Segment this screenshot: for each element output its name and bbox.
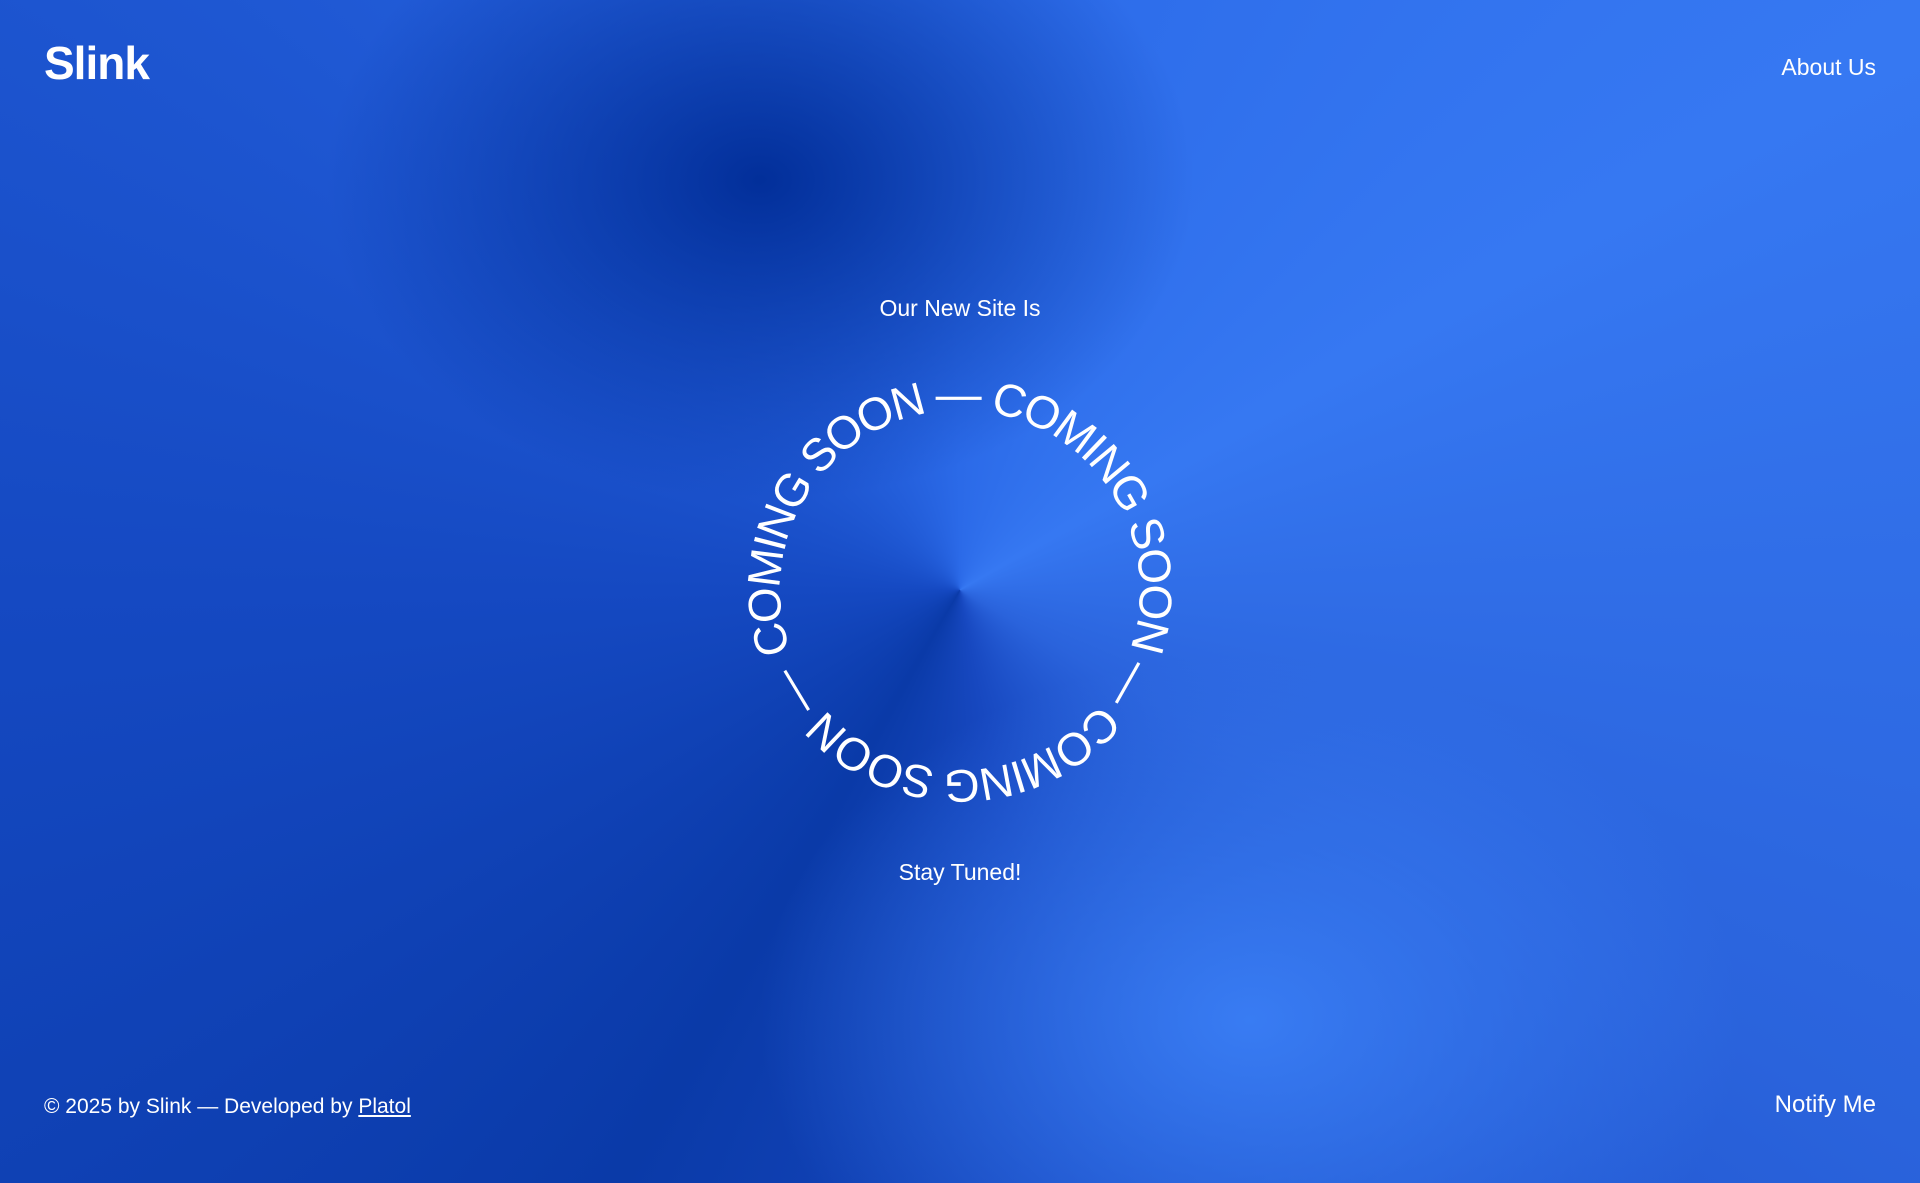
copyright-text: © 2025 by Slink — Developed by <box>44 1095 359 1118</box>
notify-me-link[interactable]: Notify Me <box>1775 1093 1876 1117</box>
hero-tagline: Stay Tuned! <box>898 859 1022 885</box>
coming-soon-ring-text: COMING SOON — COMING SOON — COMING SOON … <box>740 370 1180 810</box>
nav-about-us-link[interactable]: About Us <box>1781 56 1876 79</box>
developer-link[interactable]: Platol <box>358 1095 411 1118</box>
hero-subheading: Our New Site Is <box>879 295 1041 321</box>
coming-soon-ring-textpath: COMING SOON — COMING SOON — COMING SOON … <box>740 370 1180 810</box>
site-logo[interactable]: Slink <box>44 40 150 86</box>
coming-soon-ring: COMING SOON — COMING SOON — COMING SOON … <box>740 370 1180 810</box>
footer-copyright: © 2025 by Slink — Developed by Platol <box>44 1096 411 1117</box>
